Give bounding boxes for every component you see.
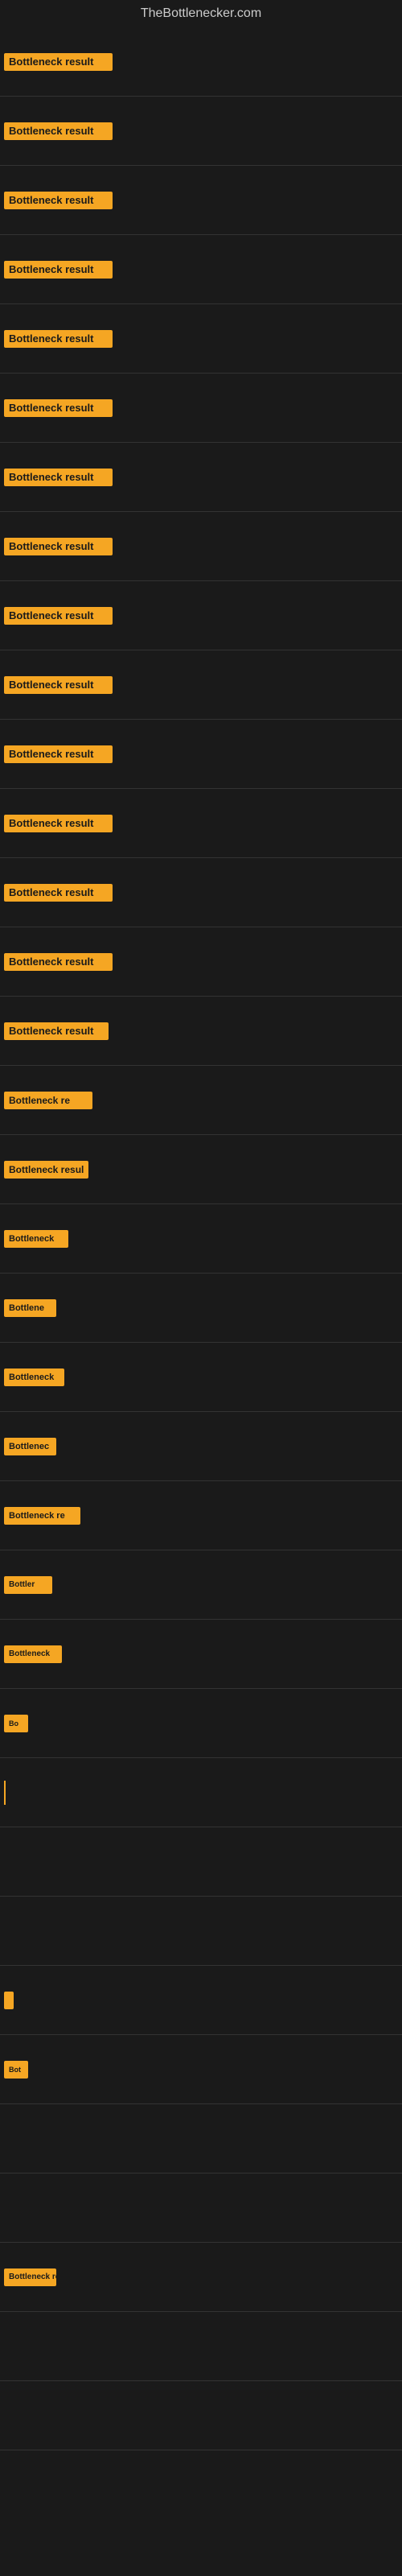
list-item: Bottleneck result bbox=[0, 997, 402, 1065]
list-item: Bottleneck bbox=[0, 1620, 402, 1688]
bottleneck-badge: Bottleneck result bbox=[4, 953, 113, 971]
list-item: Bottleneck result bbox=[0, 235, 402, 303]
bottleneck-badge: Bottleneck result bbox=[4, 884, 113, 902]
bottleneck-badge: Bot bbox=[4, 2061, 28, 2079]
bottleneck-badge: Bottlene bbox=[4, 1299, 56, 1317]
list-item: Bottleneck result bbox=[0, 581, 402, 650]
site-title: TheBottlenecker.com bbox=[0, 0, 402, 27]
list-item: Bottleneck result bbox=[0, 650, 402, 719]
list-item: Bottleneck result bbox=[0, 512, 402, 580]
bottleneck-badge: Bottleneck result bbox=[4, 330, 113, 348]
list-item: Bottleneck result bbox=[0, 720, 402, 788]
bottleneck-badge: Bottleneck result bbox=[4, 192, 113, 209]
bottleneck-badge: Bottleneck re bbox=[4, 1507, 80, 1525]
list-item: Bottleneck resul bbox=[0, 1135, 402, 1203]
results-list: Bottleneck result Bottleneck result Bottle… bbox=[0, 27, 402, 2519]
list-item: Bottleneck result bbox=[0, 789, 402, 857]
bottleneck-badge: Bottleneck re bbox=[4, 1092, 92, 1109]
list-item bbox=[0, 2312, 402, 2380]
bottleneck-badge bbox=[4, 1992, 14, 2009]
list-item: Bottleneck result bbox=[0, 443, 402, 511]
list-item bbox=[0, 1966, 402, 2034]
bottleneck-bar-marker bbox=[4, 1781, 6, 1805]
list-item: Bottleneck bbox=[0, 1343, 402, 1411]
list-item: Bottleneck result bbox=[0, 27, 402, 96]
list-item bbox=[0, 2174, 402, 2242]
list-item: Bottleneck result bbox=[0, 858, 402, 927]
bottleneck-badge: Bottleneck result bbox=[4, 745, 113, 763]
list-item: Bottleneck result bbox=[0, 374, 402, 442]
bottleneck-badge: Bottleneck result bbox=[4, 53, 113, 71]
list-item: Bottleneck bbox=[0, 1204, 402, 1273]
bottleneck-badge: Bo bbox=[4, 1715, 28, 1732]
bottleneck-badge: Bottlenec bbox=[4, 1438, 56, 1455]
list-item: Bot bbox=[0, 2035, 402, 2103]
bottleneck-badge: Bottleneck result bbox=[4, 676, 113, 694]
list-item: Bottleneck result bbox=[0, 166, 402, 234]
list-item: Bottler bbox=[0, 1550, 402, 1619]
bottleneck-badge: Bottleneck result bbox=[4, 399, 113, 417]
list-item: Bottlenec bbox=[0, 1412, 402, 1480]
list-item: Bottleneck re bbox=[0, 1481, 402, 1550]
list-item: Bottleneck result bbox=[0, 927, 402, 996]
bottleneck-badge: Bottleneck result bbox=[4, 538, 113, 555]
bottleneck-badge: Bottleneck re bbox=[4, 2268, 56, 2286]
list-item bbox=[0, 1827, 402, 1896]
bottleneck-badge: Bottleneck bbox=[4, 1645, 62, 1663]
list-item bbox=[0, 2450, 402, 2519]
bottleneck-badge: Bottleneck result bbox=[4, 1022, 109, 1040]
bottleneck-badge: Bottleneck resul bbox=[4, 1161, 88, 1179]
bottleneck-badge: Bottleneck result bbox=[4, 469, 113, 486]
list-item: Bottlene bbox=[0, 1274, 402, 1342]
bottleneck-badge: Bottler bbox=[4, 1576, 52, 1594]
bottleneck-badge: Bottleneck bbox=[4, 1230, 68, 1248]
list-item bbox=[0, 1758, 402, 1827]
bottleneck-badge: Bottleneck bbox=[4, 1368, 64, 1386]
list-item bbox=[0, 1897, 402, 1965]
bottleneck-badge: Bottleneck result bbox=[4, 261, 113, 279]
bottleneck-badge: Bottleneck result bbox=[4, 815, 113, 832]
list-item bbox=[0, 2104, 402, 2173]
list-item: Bottleneck re bbox=[0, 2243, 402, 2311]
list-item: Bo bbox=[0, 1689, 402, 1757]
list-item: Bottleneck re bbox=[0, 1066, 402, 1134]
list-item bbox=[0, 2381, 402, 2450]
list-item: Bottleneck result bbox=[0, 304, 402, 373]
bottleneck-badge: Bottleneck result bbox=[4, 607, 113, 625]
bottleneck-badge: Bottleneck result bbox=[4, 122, 113, 140]
list-item: Bottleneck result bbox=[0, 97, 402, 165]
